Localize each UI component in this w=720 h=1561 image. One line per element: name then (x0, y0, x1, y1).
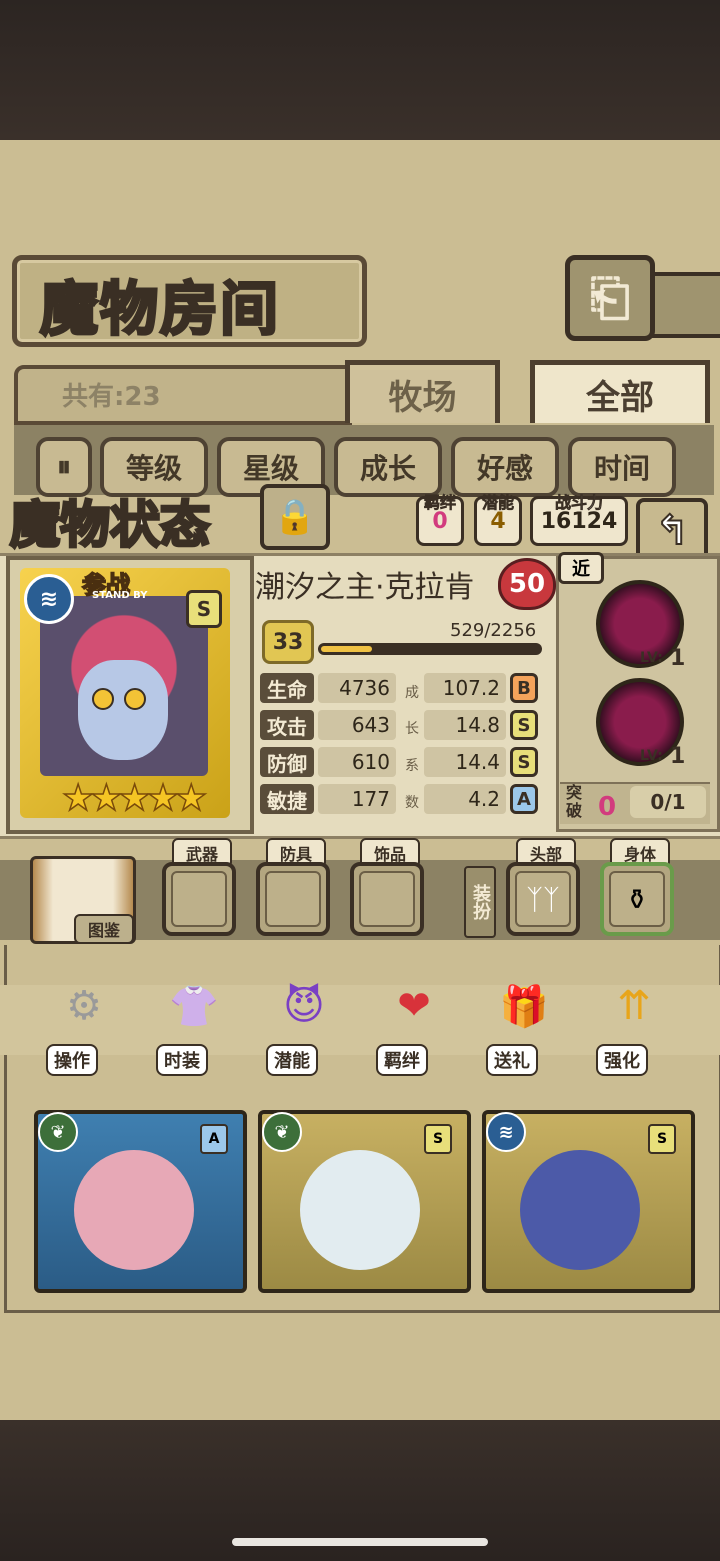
room-title: 魔物房间 (38, 274, 281, 345)
potential-button[interactable]: 😈 (262, 966, 346, 1046)
potential-chip: 潜能 4 (474, 493, 522, 546)
rank-badge: S (424, 1124, 452, 1154)
leaf-icon: ❦ (262, 1112, 302, 1152)
tab-all[interactable]: 全部 (530, 360, 710, 423)
bond-chip: 羁绊 0 (416, 493, 464, 546)
accessory-slot[interactable] (350, 862, 424, 936)
growth-value-atk: 14.8 (424, 710, 506, 740)
skill-level-label: LV: (640, 748, 663, 764)
hearts-icon: ❤ (397, 983, 431, 1029)
enhance-label: 强化 (596, 1044, 648, 1076)
monster-portrait (74, 1150, 194, 1270)
sort-favor-button[interactable]: 好感 (451, 437, 559, 497)
growth-char: 成 (405, 685, 419, 701)
growth-value-hp: 107.2 (424, 673, 506, 703)
exp-text: 529/2256 (450, 620, 537, 641)
stat-value-agi: 177 (318, 784, 396, 814)
home-indicator[interactable] (232, 1538, 488, 1546)
heart-level-badge: 50 (498, 558, 556, 610)
sort-growth-button[interactable]: 成长 (334, 437, 442, 497)
top-background (0, 0, 720, 140)
demon-icon: 😈 (283, 983, 325, 1029)
return-button[interactable]: ⎗ (565, 255, 655, 341)
bond-action-label: 羁绊 (376, 1044, 428, 1076)
growth-char: 长 (405, 721, 419, 737)
lock-icon: 🔒 (273, 497, 317, 537)
monster-face (78, 660, 168, 760)
power-chip: 战斗力 16124 (530, 493, 628, 546)
status-title: 魔物状态 (9, 495, 212, 556)
sort-time-button[interactable]: 时间 (568, 437, 676, 497)
head-slot[interactable]: ᛉᛉ (506, 862, 580, 936)
dress-icon: 👚 (169, 983, 219, 1030)
monster-name: 潮汐之主·克拉肯 (255, 570, 475, 605)
growth-char: 系 (405, 758, 419, 774)
star-rating: ★★★★★ (61, 777, 208, 820)
growth-value-def: 14.4 (424, 747, 506, 777)
exp-bar-fill (321, 646, 372, 652)
gift-label: 送礼 (486, 1044, 538, 1076)
monster-eye (92, 688, 114, 710)
enhance-button[interactable]: ⇈ (592, 966, 676, 1046)
monster-portrait (520, 1150, 640, 1270)
level-badge: 33 (262, 620, 314, 664)
stat-value-atk: 643 (318, 710, 396, 740)
water-wave-icon: ≋ (24, 574, 74, 624)
encyclopedia-label: 图鉴 (74, 914, 134, 944)
dress-up-label: 装扮 (464, 866, 496, 938)
monster-eye (124, 688, 146, 710)
fashion-button[interactable]: 👚 (152, 966, 236, 1046)
stat-label-def: 防御 (260, 747, 314, 777)
breakthrough-ratio[interactable]: 0/1 (630, 786, 706, 818)
antler-icon: ᛉᛉ (515, 871, 571, 927)
weapon-slot[interactable] (162, 862, 236, 936)
skill-level-value: 1 (670, 646, 686, 671)
stat-label-agi: 敏捷 (260, 784, 314, 814)
growth-grade-hp: B (510, 673, 538, 703)
operation-label: 操作 (46, 1044, 98, 1076)
range-tag: 近 (558, 552, 604, 584)
armor-slot[interactable] (256, 862, 330, 936)
gift-button[interactable]: 🎁 (482, 966, 566, 1046)
power-value: 16124 (540, 509, 618, 534)
stat-label-hp: 生命 (260, 673, 314, 703)
stat-value-hp: 4736 (318, 673, 396, 703)
up-arrows-icon: ⇈ (617, 983, 651, 1029)
growth-value-agi: 4.2 (424, 784, 506, 814)
growth-char: 数 (405, 795, 419, 811)
water-wave-icon: ≋ (486, 1112, 526, 1152)
skill-level-label: LV: (640, 650, 663, 666)
rank-badge: A (200, 1124, 228, 1154)
growth-grade-atk: S (510, 710, 538, 740)
stat-label-atk: 攻击 (260, 710, 314, 740)
body-slot[interactable]: ⚱ (600, 862, 674, 936)
rank-badge: S (186, 590, 222, 628)
breakthrough-count: 0 (598, 792, 617, 822)
monster-portrait (300, 1150, 420, 1270)
breakthrough-label: 突破 (566, 783, 583, 820)
bond-button[interactable]: ❤ (372, 966, 456, 1046)
potential-action-label: 潜能 (266, 1044, 318, 1076)
stat-value-def: 610 (318, 747, 396, 777)
gift-icon: 🎁 (499, 983, 549, 1030)
tab-farm[interactable]: 牧场 (345, 360, 500, 423)
back-button-extension (648, 272, 720, 338)
gear-icon: ⚙ (66, 983, 102, 1029)
standby-sublabel: STAND BY (92, 590, 148, 601)
back-arrow-icon: ↰ (654, 507, 689, 555)
skill-level-value: 1 (670, 744, 686, 769)
potion-necklace-icon: ⚱ (609, 871, 665, 927)
operation-button[interactable]: ⚙ (42, 966, 126, 1046)
lock-button[interactable]: 🔒 (260, 484, 330, 550)
fashion-label: 时装 (156, 1044, 208, 1076)
leaf-icon: ❦ (38, 1112, 78, 1152)
return-arrow-icon: ⎗ (590, 268, 630, 327)
growth-grade-def: S (510, 747, 538, 777)
monster-count: 共有:23 (62, 382, 161, 412)
rank-badge: S (648, 1124, 676, 1154)
bond-value: 0 (432, 509, 448, 534)
growth-grade-agi: A (510, 784, 538, 814)
potential-value: 4 (490, 509, 506, 534)
